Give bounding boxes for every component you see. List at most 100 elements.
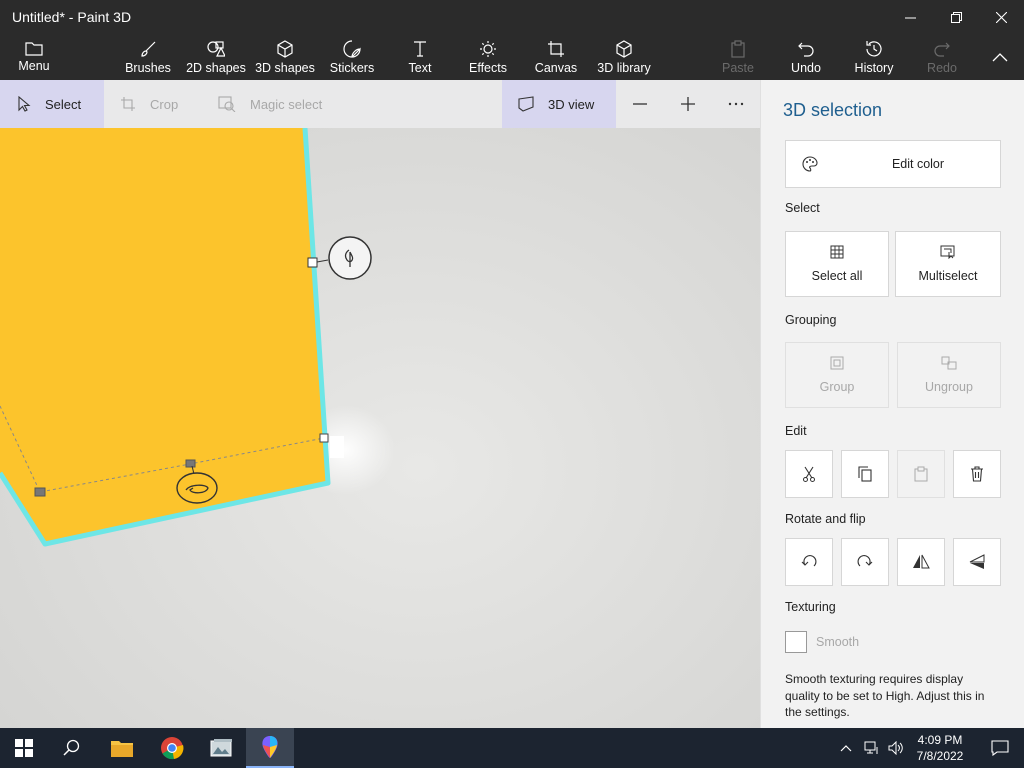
flip-horizontal-button[interactable] <box>897 538 945 586</box>
magic-select-label: Magic select <box>250 96 323 112</box>
2d-shapes-label: 2D shapes <box>186 61 246 75</box>
history-label: History <box>854 61 894 75</box>
multiselect-label: Multiselect <box>918 269 978 283</box>
palette-icon <box>802 156 818 172</box>
magic-select-tool[interactable]: Magic select <box>204 80 334 128</box>
more-options-button[interactable] <box>724 80 748 128</box>
window-title: Untitled* - Paint 3D <box>12 9 132 25</box>
3d-library-icon <box>616 40 632 58</box>
undo-label: Undo <box>791 61 821 75</box>
stickers-tool[interactable]: Stickers <box>328 34 376 80</box>
brushes-tool[interactable]: Brushes <box>122 34 174 80</box>
close-button[interactable] <box>978 0 1024 34</box>
file-explorer-button[interactable] <box>98 728 146 768</box>
zoom-out-button[interactable] <box>628 80 652 128</box>
minimize-button[interactable] <box>887 0 933 34</box>
chrome-button[interactable] <box>148 728 196 768</box>
chrome-icon <box>161 737 184 760</box>
bounding-handle-right[interactable] <box>319 433 329 443</box>
ungroup-label: Ungroup <box>925 380 973 394</box>
bounding-handle-center[interactable] <box>185 459 196 468</box>
menu-label: Menu <box>18 59 50 73</box>
paint-3d-icon <box>262 736 278 758</box>
undo-button[interactable]: Undo <box>784 34 828 80</box>
search-button[interactable] <box>48 728 96 768</box>
delete-button[interactable] <box>953 450 1001 498</box>
windows-logo-icon <box>15 739 33 757</box>
multiselect-button[interactable]: Multiselect <box>895 231 1001 297</box>
paste-button[interactable]: Paste <box>716 34 760 80</box>
shape-edge-highlight <box>330 436 344 458</box>
select-all-button[interactable]: Select all <box>785 231 889 297</box>
scissors-icon <box>803 466 815 482</box>
start-button[interactable] <box>0 728 48 768</box>
cursor-icon <box>18 96 31 112</box>
volume-button[interactable] <box>884 728 908 768</box>
folder-icon <box>111 741 133 757</box>
rotate-y-control[interactable] <box>176 472 218 504</box>
2d-shapes-tool[interactable]: 2D shapes <box>186 34 246 80</box>
cube-icon <box>277 40 293 58</box>
3d-shapes-tool[interactable]: 3D shapes <box>254 34 316 80</box>
collapse-toolbar-button[interactable] <box>986 34 1014 80</box>
flip-vertical-icon <box>969 554 985 569</box>
flip-vertical-button[interactable] <box>953 538 1001 586</box>
copy-button[interactable] <box>841 450 889 498</box>
grouping-section-label: Grouping <box>785 313 837 327</box>
multiselect-icon <box>940 245 955 259</box>
notifications-button[interactable] <box>976 728 1024 768</box>
paste-panel-button[interactable] <box>897 450 945 498</box>
smooth-label: Smooth <box>816 635 860 649</box>
sticker-icon <box>343 40 361 58</box>
3d-scene <box>0 128 395 547</box>
command-bar: Select Crop Magic select 3D view <box>0 80 760 128</box>
brushes-label: Brushes <box>125 61 171 75</box>
select-all-icon <box>830 245 844 259</box>
3d-selection-panel: 3D selection Edit color Select Select al… <box>760 80 1024 728</box>
effects-tool[interactable]: Effects <box>466 34 510 80</box>
group-icon <box>830 356 844 370</box>
paint-3d-taskbar-button[interactable] <box>246 728 294 768</box>
history-button[interactable]: History <box>852 34 896 80</box>
smooth-checkbox[interactable] <box>785 631 807 653</box>
text-icon <box>414 41 426 57</box>
select-label: Select <box>45 96 82 112</box>
group-button[interactable]: Group <box>785 342 889 408</box>
rotation-handle-anchor[interactable] <box>307 257 318 268</box>
3d-library-tool[interactable]: 3D library <box>596 34 652 80</box>
show-hidden-icons-button[interactable] <box>834 728 858 768</box>
trash-icon <box>971 466 983 482</box>
magic-select-icon <box>218 96 236 112</box>
text-label: Text <box>408 61 432 75</box>
system-clock[interactable]: 4:09 PM 7/8/2022 <box>910 732 970 764</box>
smooth-texturing-note: Smooth texturing requires display qualit… <box>785 672 985 719</box>
canvas-tool[interactable]: Canvas <box>534 34 578 80</box>
select-tool[interactable]: Select <box>0 80 104 128</box>
flip-horizontal-icon <box>913 554 930 569</box>
bounding-handle-left[interactable] <box>34 487 46 497</box>
rotate-right-button[interactable] <box>841 538 889 586</box>
rotate-left-button[interactable] <box>785 538 833 586</box>
select-section-label: Select <box>785 201 820 215</box>
minus-icon <box>633 103 647 105</box>
3d-view-icon <box>518 96 534 112</box>
restore-button[interactable] <box>933 0 979 34</box>
photos-app-button[interactable] <box>198 728 246 768</box>
network-button[interactable] <box>860 728 884 768</box>
menu-button[interactable]: Menu <box>12 34 56 80</box>
notification-icon <box>991 740 1009 756</box>
edit-color-button[interactable]: Edit color <box>785 140 1001 188</box>
cut-button[interactable] <box>785 450 833 498</box>
selected-3d-object[interactable] <box>0 128 328 544</box>
zoom-in-button[interactable] <box>676 80 700 128</box>
3d-view-toggle[interactable]: 3D view <box>502 80 616 128</box>
history-icon <box>866 41 882 57</box>
rotate-z-control[interactable] <box>328 236 372 280</box>
crop-tool[interactable]: Crop <box>104 80 204 128</box>
canvas-area[interactable] <box>0 128 760 728</box>
ungroup-button[interactable]: Ungroup <box>897 342 1001 408</box>
text-tool[interactable]: Text <box>402 34 438 80</box>
redo-button[interactable]: Redo <box>920 34 964 80</box>
edit-section-label: Edit <box>785 424 807 438</box>
plus-icon <box>681 97 695 111</box>
